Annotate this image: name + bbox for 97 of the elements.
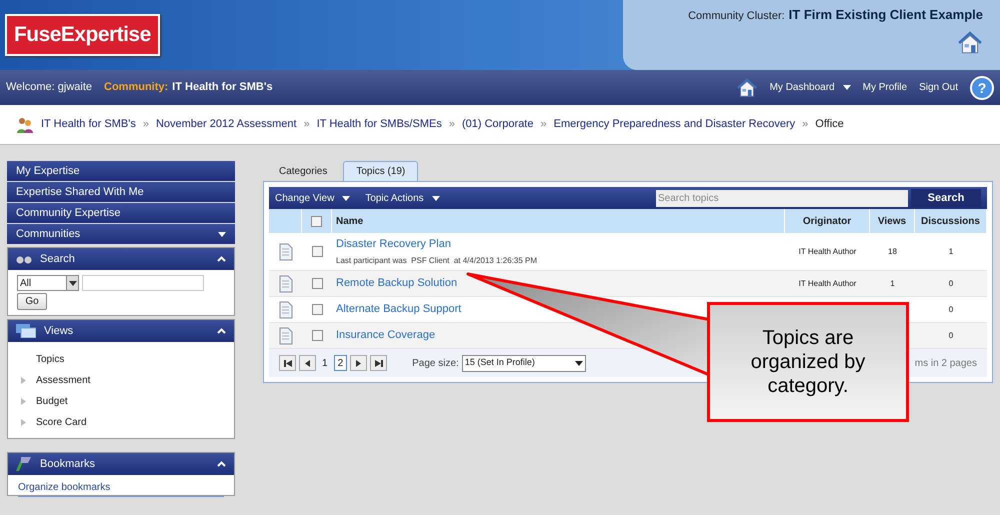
breadcrumb-current: Office <box>815 117 844 132</box>
first-page-icon <box>284 360 292 366</box>
breadcrumb-link[interactable]: November 2012 Assessment <box>156 116 297 133</box>
pager-summary: ms in 2 pages <box>914 356 977 370</box>
go-button[interactable]: Go <box>17 293 47 310</box>
bookmark-icon <box>16 457 32 471</box>
first-page-button[interactable] <box>279 355 296 371</box>
column-header[interactable]: Views <box>870 209 915 233</box>
column-header[interactable]: Discussions <box>915 209 987 233</box>
panel-title: Views <box>44 324 74 339</box>
views-count: 18 <box>888 246 897 258</box>
collapse-icon[interactable] <box>217 256 226 262</box>
breadcrumb-separator: » <box>142 117 149 132</box>
checkbox[interactable] <box>312 304 322 315</box>
search-button[interactable]: Search <box>911 189 981 207</box>
nav-link[interactable]: Sign Out <box>919 80 958 95</box>
collapse-icon[interactable] <box>217 461 226 467</box>
caret-icon <box>68 280 76 286</box>
checkbox[interactable] <box>312 278 322 289</box>
originator-text: IT Health Author <box>798 278 856 290</box>
page-number[interactable]: 2 <box>334 355 348 371</box>
sidebar-menu-item[interactable]: My Expertise <box>7 161 235 181</box>
next-icon <box>356 360 362 366</box>
logo[interactable]: FuseExpertise <box>5 14 160 56</box>
next-page-button[interactable] <box>350 355 368 371</box>
column-header[interactable]: Name <box>332 209 785 233</box>
nav-link[interactable]: My Profile <box>862 80 908 95</box>
collapse-icon[interactable] <box>217 328 226 334</box>
callout: Topics are organized by category. <box>707 302 909 422</box>
toolbar-menu[interactable]: Topic Actions <box>365 190 440 206</box>
caret-icon <box>842 85 851 90</box>
document-icon <box>278 300 292 318</box>
caret-icon <box>342 196 350 200</box>
document-icon <box>278 242 292 260</box>
topic-link[interactable]: Disaster Recovery Plan <box>336 236 451 252</box>
views-count: 1 <box>890 278 895 290</box>
organize-bookmarks-link[interactable]: Organize bookmarks <box>18 482 110 493</box>
house-icon[interactable] <box>957 30 983 56</box>
scope-select[interactable]: All <box>17 275 79 291</box>
caret-icon <box>218 232 226 236</box>
house-icon[interactable] <box>736 76 758 98</box>
breadcrumb-separator: » <box>448 117 455 132</box>
discussions-count: 1 <box>948 246 954 258</box>
cluster-name: IT Firm Existing Client Example <box>788 6 983 24</box>
caret-icon <box>574 360 583 366</box>
breadcrumb-link[interactable]: (01) Corporate <box>462 116 534 133</box>
discussions-count: 0 <box>948 304 954 316</box>
panel-title: Search <box>40 252 75 267</box>
originator-text: IT Health Author <box>798 246 856 258</box>
discussions-count: 0 <box>948 330 954 342</box>
discussions-count: 0 <box>948 278 954 290</box>
sidebar-menu-item[interactable]: Community Expertise <box>7 203 235 223</box>
view-link[interactable]: Topics <box>36 352 64 367</box>
welcome-text: Welcome: gjwaite <box>6 80 92 96</box>
view-link[interactable]: Assessment <box>36 373 90 388</box>
sidebar-menu-item[interactable]: Communities <box>7 224 235 244</box>
page-size-label: Page size: <box>412 356 459 370</box>
search-input[interactable] <box>82 275 204 291</box>
windows-icon <box>16 324 36 338</box>
breadcrumb-separator: » <box>802 117 808 132</box>
community-label: Community: <box>104 80 168 96</box>
search-topics-field[interactable]: Search topics <box>656 190 908 206</box>
topic-link[interactable]: Alternate Backup Support <box>336 301 462 318</box>
caret-icon <box>432 196 440 200</box>
checkbox[interactable] <box>311 216 322 226</box>
tab[interactable]: Categories <box>267 161 340 181</box>
page-number[interactable]: 1 <box>319 355 331 371</box>
column-header[interactable]: Originator <box>785 209 870 233</box>
checkbox[interactable] <box>312 330 322 341</box>
community-name: IT Health for SMB's <box>172 80 273 96</box>
last-page-button[interactable] <box>370 355 388 371</box>
breadcrumb-separator: » <box>540 117 547 132</box>
topic-link[interactable]: Insurance Coverage <box>336 327 436 344</box>
last-participant-text: Last participant was PSF Client at 4/4/2013 1:26:35 PM <box>336 255 538 268</box>
last-page-icon <box>374 360 383 366</box>
previous-icon <box>305 360 310 366</box>
topic-link[interactable]: Remote Backup Solution <box>336 275 458 292</box>
cluster-label: Community Cluster: <box>688 9 785 24</box>
document-icon <box>278 274 292 292</box>
tab[interactable]: Topics (19) <box>343 161 418 181</box>
sidebar-menu-item[interactable]: Expertise Shared With Me <box>7 182 235 202</box>
panel-title: Bookmarks <box>40 456 96 472</box>
breadcrumb-separator: » <box>304 117 310 132</box>
breadcrumb-link[interactable]: IT Health for SMBs/SMEs <box>316 116 442 133</box>
page-size-select[interactable]: 15 (Set In Profile) <box>462 354 586 372</box>
binoculars-icon <box>16 254 32 264</box>
breadcrumb-link[interactable]: Emergency Preparedness and Disaster Recovery <box>554 116 796 133</box>
view-link[interactable]: Budget <box>36 394 68 409</box>
nav-link[interactable]: My Dashboard <box>770 80 851 95</box>
view-link[interactable]: Score Card <box>36 415 87 430</box>
breadcrumb-link[interactable]: IT Health for SMB's <box>41 116 136 133</box>
toolbar-menu[interactable]: Change View <box>275 190 350 206</box>
checkbox[interactable] <box>312 246 322 257</box>
prev-page-button[interactable] <box>299 355 316 371</box>
dropdown-caret-icon[interactable] <box>218 232 226 236</box>
document-icon <box>278 326 292 344</box>
people-icon <box>16 116 34 134</box>
